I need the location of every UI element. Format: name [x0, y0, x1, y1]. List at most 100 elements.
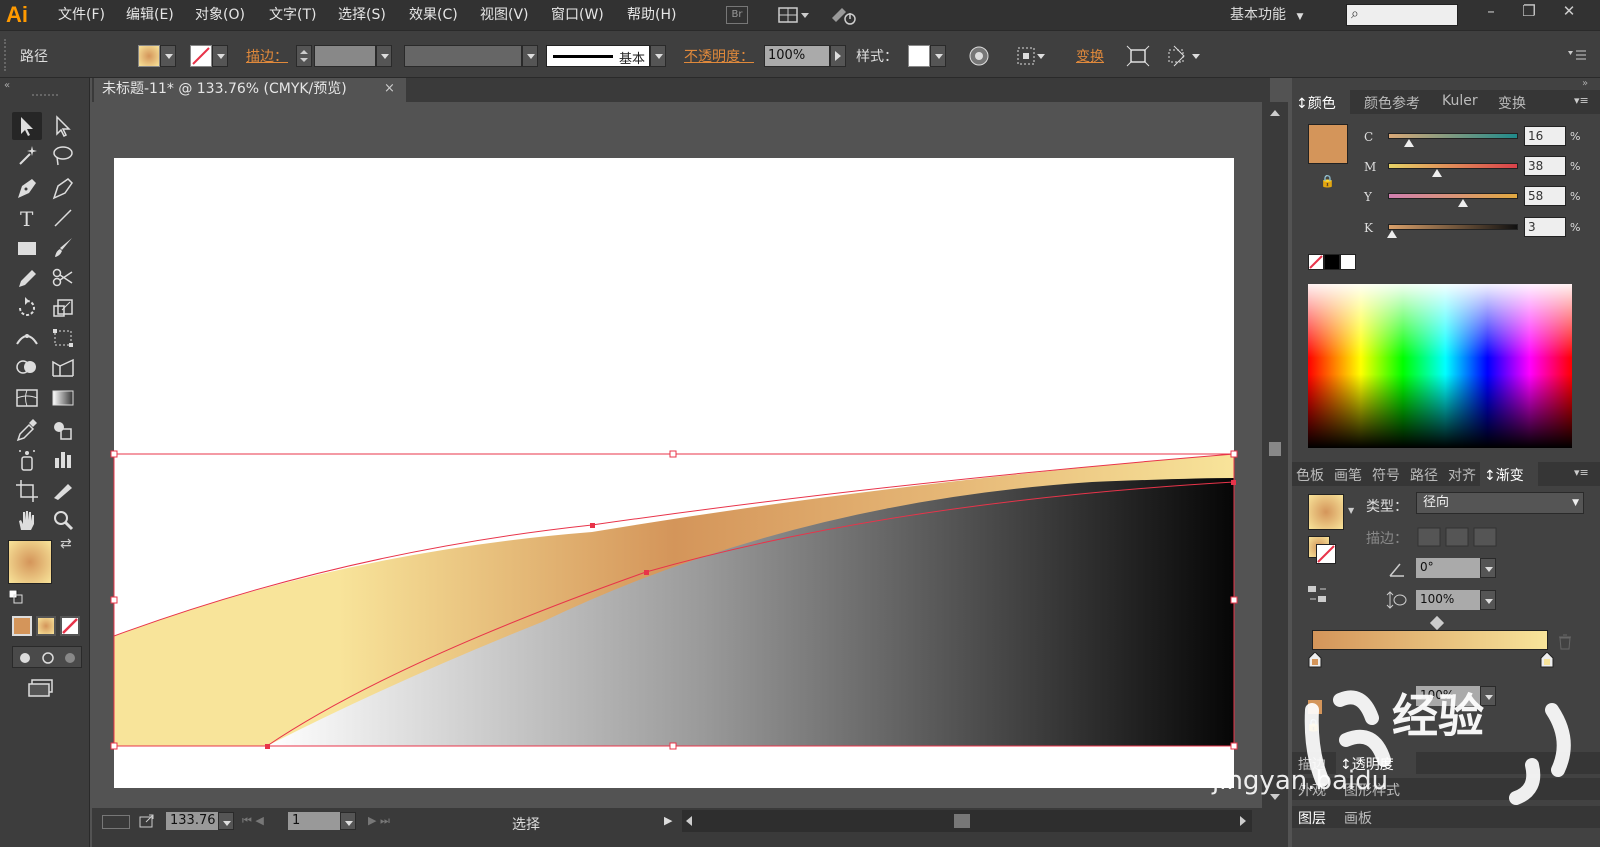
document-tab[interactable]: 未标题-11* @ 133.76% (CMYK/预览) × — [94, 78, 406, 102]
gradient-tool-icon[interactable] — [48, 384, 78, 412]
stroke-weight-stepper[interactable] — [296, 45, 312, 67]
gpu-icon[interactable] — [102, 815, 130, 829]
curvature-tool-icon[interactable] — [48, 174, 78, 202]
gradient-midpoint-diamond[interactable] — [1429, 615, 1445, 631]
horizontal-scrollbar[interactable] — [682, 810, 1252, 832]
angle-dropdown[interactable] — [1480, 558, 1496, 578]
tab-graphic-styles[interactable]: 图形样式 — [1344, 780, 1400, 800]
pencil-tool-icon[interactable] — [12, 264, 42, 292]
rectangle-tool-icon[interactable] — [12, 234, 42, 262]
gradient-stop-right[interactable] — [1540, 651, 1554, 668]
stop-opacity-dropdown[interactable] — [1480, 686, 1496, 706]
swap-fill-stroke-icon[interactable]: ⇄ — [60, 536, 72, 552]
trash-icon[interactable] — [1558, 634, 1572, 650]
collapse-arrows-icon[interactable]: » — [1582, 78, 1588, 89]
style-dropdown[interactable] — [930, 45, 946, 67]
menu-edit[interactable]: 编辑(E) — [126, 0, 174, 30]
tab-transform[interactable]: 变换 — [1498, 93, 1526, 113]
tab-align[interactable]: 对齐 — [1448, 465, 1476, 485]
brush-definition[interactable]: 基本 — [546, 45, 650, 67]
panel-menu-icon[interactable]: ▾≡ — [1574, 466, 1589, 479]
artwork[interactable] — [92, 102, 1262, 808]
lasso-tool-icon[interactable] — [48, 142, 78, 170]
channel-k-slider[interactable] — [1388, 224, 1518, 230]
eyedropper-tool-icon[interactable] — [12, 416, 42, 444]
gradient-stop-left[interactable] — [1308, 651, 1322, 668]
tab-kuler[interactable]: Kuler — [1442, 93, 1478, 109]
panel-menu-icon[interactable]: ▾≡ — [1574, 94, 1589, 107]
line-segment-tool-icon[interactable] — [48, 204, 78, 232]
first-artboard-icon[interactable]: ⏮ ◀ — [242, 814, 264, 828]
arrange-documents-icon[interactable] — [778, 6, 810, 24]
color-mode-icon[interactable] — [12, 616, 32, 636]
channel-y-thumb[interactable] — [1458, 199, 1469, 207]
white-swatch[interactable] — [1340, 254, 1356, 270]
perspective-grid-tool-icon[interactable] — [48, 354, 78, 382]
pen-tool-icon[interactable] — [12, 174, 42, 202]
channel-m-thumb[interactable] — [1432, 169, 1443, 177]
type-tool-icon[interactable]: T — [12, 204, 42, 232]
default-fill-stroke-icon[interactable] — [8, 589, 23, 604]
grip-handle[interactable] — [4, 39, 8, 71]
stroke-gradient-swatch[interactable] — [1316, 544, 1336, 564]
artboard-number-field[interactable]: 1 — [288, 812, 340, 830]
menu-window[interactable]: 窗口(W) — [551, 0, 604, 30]
share-icon[interactable] — [138, 812, 156, 830]
gradient-preview[interactable] — [1308, 494, 1344, 530]
symbol-sprayer-tool-icon[interactable] — [12, 446, 42, 474]
angle-field[interactable]: 0° — [1416, 558, 1480, 578]
channel-m-slider[interactable] — [1388, 163, 1518, 169]
tab-symbols[interactable]: 符号 — [1372, 465, 1400, 485]
close-button[interactable]: ✕ — [1552, 0, 1586, 24]
tab-color-guide[interactable]: 颜色参考 — [1364, 93, 1420, 113]
tab-color[interactable]: ↕颜色 — [1296, 93, 1336, 113]
menu-help[interactable]: 帮助(H) — [627, 0, 676, 30]
align-to-icon[interactable] — [1016, 45, 1046, 67]
menu-select[interactable]: 选择(S) — [338, 0, 386, 30]
stroke-weight-field[interactable] — [314, 45, 376, 67]
screen-mode-icon[interactable] — [28, 678, 58, 698]
magic-wand-tool-icon[interactable] — [12, 142, 42, 170]
last-artboard-icon[interactable]: ▶ ⏭ — [368, 814, 390, 828]
workspace-switcher[interactable]: 基本功能 ▼ — [1230, 4, 1310, 26]
menu-file[interactable]: 文件(F) — [58, 0, 105, 30]
variable-width-profile[interactable] — [404, 45, 522, 67]
brush-dropdown[interactable] — [650, 45, 666, 67]
hand-tool-icon[interactable] — [12, 506, 42, 534]
opacity-field[interactable]: 100% — [764, 45, 830, 67]
menu-object[interactable]: 对象(O) — [195, 0, 245, 30]
scissors-tool-icon[interactable] — [48, 264, 78, 292]
slice-tool-icon[interactable] — [48, 476, 78, 504]
stop-opacity-field[interactable]: 100% — [1416, 686, 1480, 706]
tab-transparency[interactable]: ↕透明度 — [1340, 754, 1394, 774]
fill-dropdown[interactable] — [160, 45, 176, 67]
blend-tool-icon[interactable] — [48, 416, 78, 444]
channel-y-slider[interactable] — [1388, 193, 1518, 199]
current-color-swatch[interactable] — [1308, 124, 1348, 164]
restore-button[interactable]: ❐ — [1512, 0, 1546, 24]
channel-k-value[interactable]: 3 — [1524, 217, 1566, 237]
recolor-artwork-icon[interactable] — [968, 45, 990, 67]
tab-brushes[interactable]: 画笔 — [1334, 465, 1362, 485]
gradient-mode-icon[interactable] — [36, 616, 56, 636]
isolate-object-icon[interactable] — [1126, 45, 1150, 67]
chevron-down-icon[interactable]: ▼ — [1348, 506, 1354, 515]
status-menu-icon[interactable]: ▶ — [664, 814, 672, 827]
tab-swatches[interactable]: 色板 — [1296, 465, 1324, 485]
channel-c-thumb[interactable] — [1403, 139, 1414, 147]
gradient-slider[interactable] — [1312, 630, 1548, 650]
stroke-panel-link[interactable]: 描边： — [246, 46, 288, 66]
channel-k-thumb[interactable] — [1386, 230, 1397, 238]
free-transform-tool-icon[interactable] — [48, 324, 78, 352]
aspect-ratio-field[interactable]: 100% — [1416, 590, 1480, 610]
menu-type[interactable]: 文字(T) — [269, 0, 316, 30]
tab-stroke[interactable]: 描边 — [1298, 754, 1326, 774]
profile-dropdown[interactable] — [522, 45, 538, 67]
close-tab-icon[interactable]: × — [384, 78, 395, 100]
help-search-input[interactable]: ⌕ — [1346, 4, 1458, 26]
vertical-scrollbar[interactable] — [1262, 102, 1288, 808]
artboard-tool-icon[interactable] — [12, 476, 42, 504]
sync-settings-icon[interactable] — [828, 4, 860, 26]
direct-selection-tool-icon[interactable] — [48, 112, 78, 140]
column-graph-tool-icon[interactable] — [48, 446, 78, 474]
